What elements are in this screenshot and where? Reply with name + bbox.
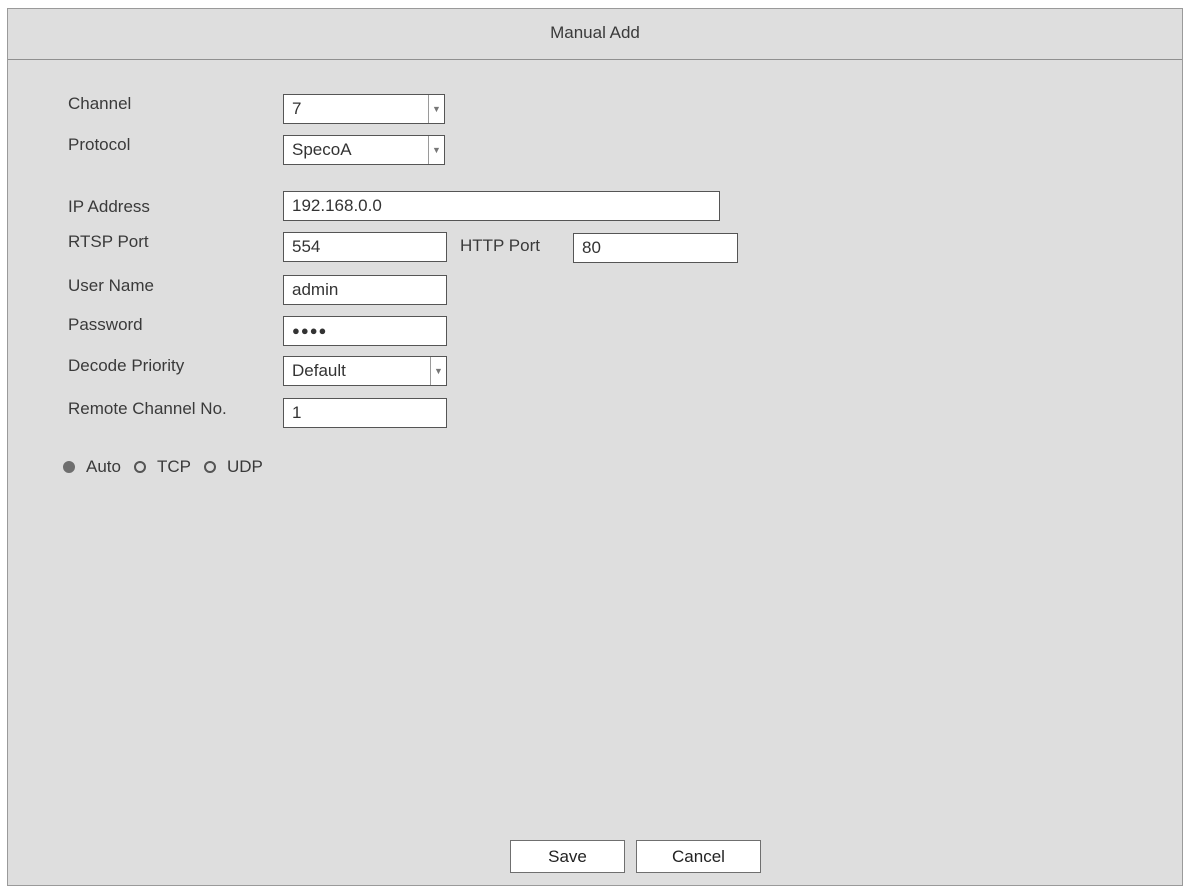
protocol-select[interactable]: SpecoA ▼ — [283, 135, 445, 165]
chevron-down-icon[interactable]: ▼ — [430, 357, 446, 385]
decode-priority-value: Default — [292, 361, 346, 380]
remote-channel-label: Remote Channel No. — [68, 399, 227, 418]
protocol-value: SpecoA — [292, 140, 352, 159]
channel-label: Channel — [68, 94, 132, 113]
http-port-input[interactable]: 80 — [573, 233, 738, 263]
ip-address-label: IP Address — [68, 197, 150, 216]
channel-value: 7 — [292, 99, 302, 118]
radio-auto[interactable]: Auto — [63, 457, 121, 477]
remote-channel-input[interactable]: 1 — [283, 398, 447, 428]
dialog-title: Manual Add — [8, 9, 1182, 60]
radio-udp-label: UDP — [226, 457, 263, 476]
rtsp-port-label: RTSP Port — [68, 232, 149, 251]
radio-udp[interactable]: UDP — [203, 457, 263, 477]
ip-address-input[interactable]: 192.168.0.0 — [283, 191, 720, 221]
radio-selected-icon[interactable] — [63, 461, 75, 473]
channel-select[interactable]: 7 ▼ — [283, 94, 445, 124]
rtsp-port-input[interactable]: 554 — [283, 232, 447, 262]
radio-unselected-icon[interactable] — [203, 461, 216, 473]
user-name-input[interactable]: admin — [283, 275, 447, 305]
chevron-down-icon[interactable]: ▼ — [428, 95, 444, 123]
transport-radio-group: Auto TCP UDP — [63, 457, 276, 477]
http-port-label: HTTP Port — [460, 236, 540, 255]
password-label: Password — [68, 315, 143, 334]
radio-unselected-icon[interactable] — [133, 461, 146, 473]
cancel-button[interactable]: Cancel — [636, 840, 761, 873]
decode-priority-label: Decode Priority — [68, 356, 185, 375]
decode-priority-select[interactable]: Default ▼ — [283, 356, 447, 386]
user-name-label: User Name — [68, 276, 154, 295]
password-input[interactable]: ●●●● — [283, 316, 447, 346]
manual-add-dialog: Manual Add — [7, 8, 1183, 886]
protocol-label: Protocol — [68, 135, 131, 154]
radio-tcp-label: TCP — [156, 457, 191, 476]
radio-auto-label: Auto — [86, 457, 121, 476]
chevron-down-icon[interactable]: ▼ — [428, 136, 444, 164]
radio-tcp[interactable]: TCP — [133, 457, 191, 477]
save-button[interactable]: Save — [510, 840, 625, 873]
